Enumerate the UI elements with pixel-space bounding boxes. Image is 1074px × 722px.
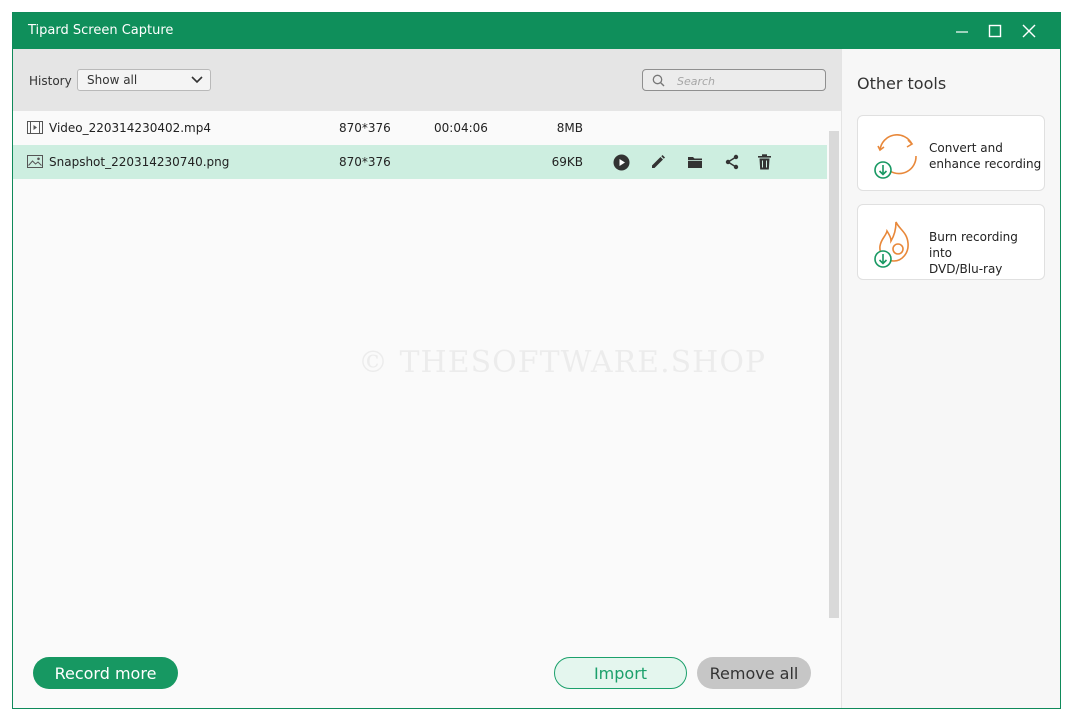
image-file-icon [27,155,43,171]
search-input[interactable] [675,72,819,90]
edit-button[interactable] [649,153,667,171]
file-size: 8MB [556,121,583,135]
file-resolution: 870*376 [339,121,391,135]
other-tools-panel: Other tools Convert and enhance recordin… [841,49,1060,708]
minimize-button[interactable] [948,19,976,43]
import-button[interactable]: Import [554,657,687,689]
delete-icon [757,154,771,170]
watermark-text: © THESOFTWARE.SHOP [358,345,767,380]
card-line: Convert and [929,141,1003,155]
burn-dvd-card[interactable]: Burn recording into DVD/Blu-ray [857,204,1045,280]
window-title: Tipard Screen Capture [28,23,174,38]
card-line: Burn recording into [929,230,1018,260]
card-line: DVD/Blu-ray [929,262,1003,276]
open-folder-button[interactable] [686,153,704,171]
search-box[interactable] [642,69,826,91]
share-button[interactable] [723,153,741,171]
play-button[interactable] [612,153,630,171]
other-tools-title: Other tools [857,74,947,93]
video-file-icon [27,121,43,137]
file-name: Snapshot_220314230740.png [49,155,230,169]
title-bar: Tipard Screen Capture [13,13,1060,49]
close-button[interactable] [1015,19,1043,43]
chevron-down-icon [191,76,203,84]
history-label: History [29,74,72,88]
folder-icon [688,157,702,168]
history-filter-select[interactable]: Show all [77,69,211,91]
search-icon [652,74,665,87]
close-icon [1022,24,1036,38]
edit-icon [652,155,665,168]
file-resolution: 870*376 [339,155,391,169]
record-more-button[interactable]: Record more [33,657,178,689]
history-filter-value: Show all [87,73,138,87]
list-scrollbar[interactable] [829,131,839,618]
file-duration: 00:04:06 [434,121,488,135]
file-row[interactable]: Video_220314230402.mp4 870*376 00:04:06 … [13,111,827,145]
minimize-icon [956,31,968,33]
card-line: enhance recording [929,157,1042,171]
maximize-button[interactable] [981,19,1009,43]
file-name: Video_220314230402.mp4 [49,121,211,135]
delete-button[interactable] [755,153,773,171]
share-icon [725,154,739,170]
burn-disc-icon [872,219,922,273]
history-panel: History Show all Video_220314230402.mp4 … [13,49,841,708]
convert-icon [872,130,922,184]
history-toolbar: History Show all [13,49,841,111]
file-size: 69KB [551,155,583,169]
file-row-selected[interactable]: Snapshot_220314230740.png 870*376 69KB [13,145,827,179]
convert-enhance-card[interactable]: Convert and enhance recording [857,115,1045,191]
maximize-icon [988,24,1002,38]
convert-card-text: Convert and enhance recording [929,140,1043,172]
remove-all-button[interactable]: Remove all [697,657,811,689]
play-icon [613,154,629,170]
burn-card-text: Burn recording into DVD/Blu-ray [929,229,1043,277]
app-window: Tipard Screen Capture History Show all S… [12,12,1061,709]
